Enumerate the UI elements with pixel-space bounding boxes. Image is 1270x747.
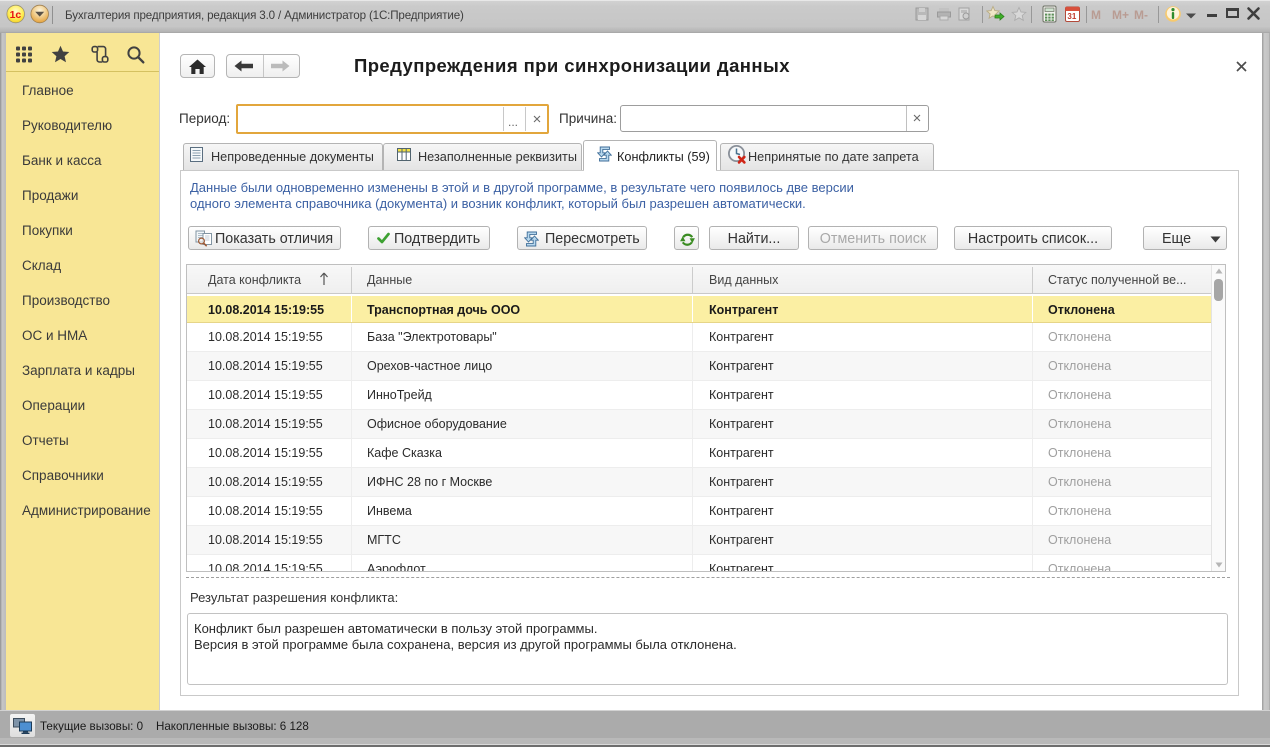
svg-text:31: 31 xyxy=(1067,12,1076,21)
svg-text:1c: 1c xyxy=(10,9,22,21)
